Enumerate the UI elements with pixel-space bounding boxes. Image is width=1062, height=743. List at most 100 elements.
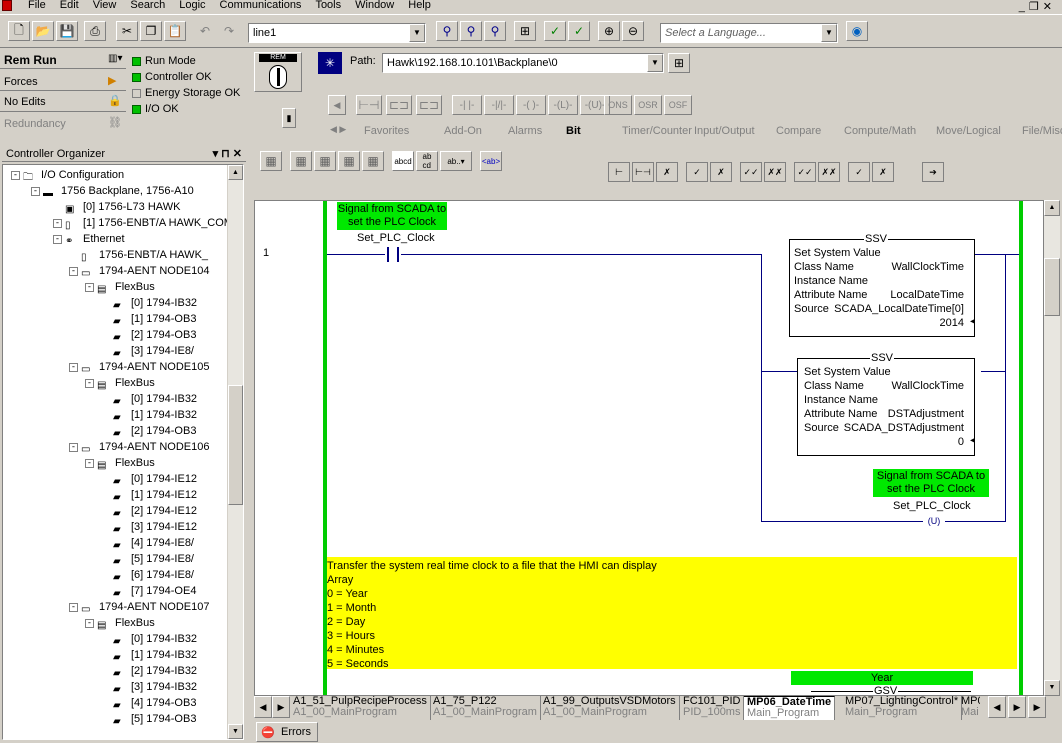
instr-tab-timer-counter[interactable]: Timer/Counter [622, 125, 692, 137]
ssv-block-1[interactable]: SSV Set System Value Class Name WallCloc… [789, 233, 975, 337]
collapse-icon[interactable]: - [31, 187, 40, 196]
untest-edits-icon[interactable]: ✗✗ [764, 162, 786, 182]
rung-icon[interactable]: ⊢⊣ [356, 95, 382, 115]
xio-icon[interactable]: -|/|- [484, 95, 514, 115]
finalize-edits-icon[interactable]: ✓ [848, 162, 870, 182]
routine-props-icon[interactable]: ▦ [260, 151, 282, 171]
language-combo[interactable]: Select a Language... ▼ [660, 23, 838, 43]
tree-node[interactable]: ▰ [5] 1794-OB3 [113, 711, 196, 727]
collapse-icon[interactable]: - [85, 459, 94, 468]
menu-window[interactable]: Window [355, 0, 394, 11]
accept-rung-icon[interactable]: ⊢⊣ [632, 162, 654, 182]
instr-tab-compute-math[interactable]: Compute/Math [844, 125, 916, 137]
routine-tab[interactable]: MP0Mai [958, 696, 980, 720]
tree-node[interactable]: ▤ FlexBus [97, 279, 155, 295]
tree-node[interactable]: ▰ [2] 1794-IE12 [113, 503, 197, 519]
collapse-icon[interactable]: - [85, 283, 94, 292]
scroll-up-icon[interactable]: ▲ [228, 165, 243, 180]
cancel-test-icon[interactable]: ✗✗ [818, 162, 840, 182]
find-icon[interactable]: ⚲ [436, 21, 458, 41]
language-globe-icon[interactable]: ◉ [846, 21, 868, 41]
instr-tab-bit[interactable]: Bit [566, 125, 581, 137]
routine-combo[interactable]: line1 ▼ [248, 23, 426, 43]
xic-tag[interactable]: Set_PLC_Clock [357, 232, 435, 244]
scroll-left-icon[interactable]: ◀ [328, 95, 346, 115]
collapse-icon[interactable]: - [69, 603, 78, 612]
chevron-down-icon[interactable]: ▼ [647, 54, 663, 72]
tree-node[interactable]: ▰ [1] 1794-OB3 [113, 311, 196, 327]
tree-node[interactable]: ▰ [4] 1794-OB3 [113, 695, 196, 711]
ladder-scroll-thumb[interactable] [1044, 258, 1060, 316]
edit-accept-icon[interactable]: ▦ [314, 151, 336, 171]
tree-node[interactable]: ▰ [3] 1794-IE8/ [113, 343, 194, 359]
otu-tag[interactable]: Set_PLC_Clock [893, 500, 971, 512]
verify-controller-icon[interactable]: ✓ [568, 21, 590, 41]
print-icon[interactable]: ⎙ [84, 21, 106, 41]
find-next-icon[interactable]: ⚲ [460, 21, 482, 41]
routine-tab[interactable]: MP06_DateTime Main_Program [744, 696, 836, 720]
ssv1-source-value[interactable]: SCADA_LocalDateTime[0] [834, 303, 964, 315]
scroll-up-icon[interactable]: ▲ [1044, 200, 1060, 216]
accept-pending-icon[interactable]: ✓ [686, 162, 708, 182]
chevron-down-icon[interactable]: ▼ [821, 24, 837, 42]
ssv2-attr-value[interactable]: DSTAdjustment [888, 408, 964, 420]
copy-icon[interactable]: ❐ [140, 21, 162, 41]
undo-icon[interactable]: ↶ [194, 21, 216, 41]
open-icon[interactable]: 📂 [32, 21, 54, 41]
routine-tab[interactable]: MP07_LightingControl* Main_Program [842, 696, 963, 720]
cancel-rung-icon[interactable]: ✗ [656, 162, 678, 182]
cut-icon[interactable]: ✂ [116, 21, 138, 41]
redo-icon[interactable]: ↷ [218, 21, 240, 41]
branch-level-icon[interactable]: ⊏⊐ [416, 95, 442, 115]
tree-node[interactable]: ▰ [7] 1794-OE4 [113, 583, 196, 599]
tab-next-icon[interactable]: ▶ [1008, 696, 1026, 718]
instr-tab-alarms[interactable]: Alarms [508, 125, 542, 137]
instr-tab-file-misc[interactable]: File/Misc [1022, 125, 1062, 137]
xic-icon[interactable]: -| |- [452, 95, 482, 115]
osf-button[interactable]: OSF [664, 95, 692, 115]
routine-tab[interactable]: FC101_PID PID_100ms [680, 696, 745, 720]
routine-tab[interactable]: A1_75_P122 A1_00_MainProgram [430, 696, 541, 720]
tree-node[interactable]: ▰ [0] 1794-IB32 [113, 295, 197, 311]
ssv1-class-value[interactable]: WallClockTime [891, 261, 964, 273]
tree-node[interactable]: ▰ [6] 1794-IE8/ [113, 567, 194, 583]
tree-node[interactable]: ▰ [2] 1794-IB32 [113, 663, 197, 679]
organizer-pin-close-icon[interactable]: ▾ ⊓ ✕ [213, 147, 242, 160]
scroll-down-icon[interactable]: ▼ [228, 724, 243, 739]
tree-node[interactable]: ▰ [5] 1794-IE8/ [113, 551, 194, 567]
chevron-down-icon[interactable]: ▼ [409, 24, 425, 42]
tree-node[interactable]: ▰ [2] 1794-OB3 [113, 423, 196, 439]
ladder-canvas[interactable]: 1 Signal from SCADA to set the PLC Clock… [254, 200, 1044, 696]
menu-logic[interactable]: Logic [179, 0, 205, 11]
zoom-in-icon[interactable]: ⊕ [598, 21, 620, 41]
tab-scroll-icon[interactable]: ◀ ▶ [330, 124, 346, 135]
instr-tab-move-logical[interactable]: Move/Logical [936, 125, 1001, 137]
tree-node[interactable]: ▰ [0] 1794-IE12 [113, 471, 197, 487]
tree-scrollbar[interactable]: ▲ ▼ [227, 165, 243, 739]
tree-node[interactable]: ▯ 1756-ENBT/A HAWK_ [81, 247, 208, 263]
routine-tab[interactable]: A1_51_PulpRecipeProcess A1_00_MainProgram [290, 696, 431, 720]
tree-node[interactable]: ▰ [1] 1794-IB32 [113, 407, 197, 423]
replace-icon[interactable]: ⚲ [484, 21, 506, 41]
window-controls[interactable]: _❐✕ [1019, 0, 1056, 13]
cancel-pending-icon[interactable]: ✗ [710, 162, 732, 182]
tree-node[interactable]: ▬ 1756 Backplane, 1756-A10 [43, 183, 194, 199]
branch-icon[interactable]: ⊏⊐ [386, 95, 412, 115]
menu-file[interactable]: File [28, 0, 46, 11]
instr-tab-favorites[interactable]: Favorites [364, 125, 409, 137]
tree-node[interactable]: 🗀 I/O Configuration [23, 167, 124, 183]
path-combo[interactable]: Hawk\192.168.10.101\Backplane\0 ▼ [382, 53, 664, 73]
tree-node[interactable]: ▰ [0] 1794-IB32 [113, 631, 197, 647]
menu-tools[interactable]: Tools [315, 0, 341, 11]
tree-node[interactable]: ⚭ Ethernet [65, 231, 125, 247]
display-format-dropdown[interactable]: ab..▾ [440, 151, 472, 171]
assemble-edits-icon[interactable]: ✓✓ [794, 162, 816, 182]
tab-scroll-right-icon[interactable]: ▶ [272, 696, 290, 718]
save-icon[interactable]: 💾 [56, 21, 78, 41]
tree-node[interactable]: ▭ 1794-AENT NODE105 [81, 359, 209, 375]
errors-tab[interactable]: ⛔ Errors [256, 722, 318, 742]
hscroll-right-icon[interactable]: ▶ [1028, 696, 1046, 718]
restore-icon[interactable]: ❐ [1029, 1, 1043, 13]
ote-icon[interactable]: -( )- [516, 95, 546, 115]
display-desc-button[interactable]: ab cd [416, 151, 438, 171]
